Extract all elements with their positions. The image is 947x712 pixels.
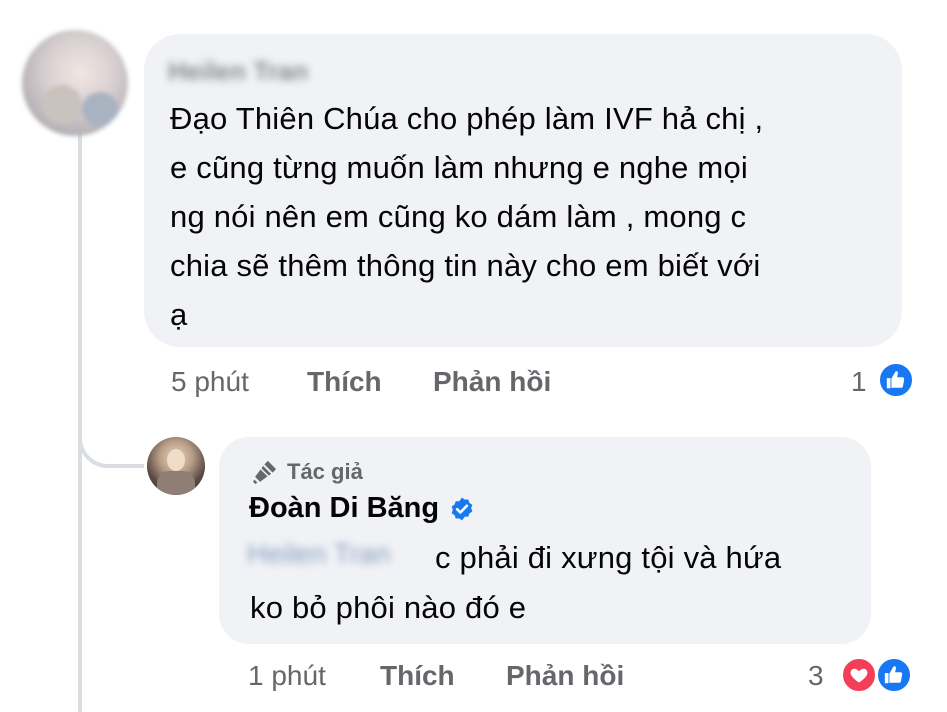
heart-glyph bbox=[850, 668, 868, 683]
reply-line: ko bỏ phôi nào đó e bbox=[250, 590, 527, 625]
thumbs-up-glyph bbox=[886, 371, 905, 389]
commenter-avatar[interactable] bbox=[22, 30, 128, 136]
comment-line: ạ bbox=[170, 297, 188, 332]
author-name: Đoàn Di Băng bbox=[249, 492, 475, 525]
reaction-count[interactable]: 1 bbox=[851, 366, 867, 398]
reply-line: c phải đi xưng tội và hứa bbox=[435, 540, 782, 575]
reply-button[interactable]: Phản hồi bbox=[506, 660, 624, 692]
author-badge: Tác giả bbox=[251, 458, 363, 486]
commenter-name[interactable]: Heilen Tran bbox=[168, 56, 308, 87]
reaction-count[interactable]: 3 bbox=[808, 660, 824, 692]
thread-connector-curve bbox=[78, 420, 144, 468]
avatar-photo-detail bbox=[42, 85, 82, 125]
comment-line: ng nói nên em cũng ko dám làm , mong c bbox=[170, 199, 747, 234]
love-icon[interactable] bbox=[840, 656, 878, 694]
comment-timestamp[interactable]: 5 phút bbox=[171, 366, 249, 398]
reply-button[interactable]: Phản hồi bbox=[433, 366, 551, 398]
avatar-photo-detail bbox=[157, 471, 195, 495]
avatar-photo-detail bbox=[167, 449, 185, 471]
author-name-text[interactable]: Đoàn Di Băng bbox=[249, 492, 439, 525]
comment-thread: Heilen Tran Đạo Thiên Chúa cho phép làm … bbox=[0, 0, 947, 712]
author-avatar[interactable] bbox=[147, 437, 205, 495]
like-icon[interactable] bbox=[877, 361, 915, 399]
comment-line: chia sẽ thêm thông tin này cho em biết v… bbox=[170, 248, 761, 283]
author-badge-label: Tác giả bbox=[287, 459, 363, 484]
like-button[interactable]: Thích bbox=[307, 366, 382, 398]
comment-line: Đạo Thiên Chúa cho phép làm IVF hả chị , bbox=[170, 101, 764, 136]
reply-text: c phải đi xưng tội và hứa ko bỏ phôi nào… bbox=[250, 533, 781, 633]
avatar-photo-detail bbox=[82, 92, 118, 126]
thumbs-up-glyph bbox=[884, 666, 903, 684]
like-icon[interactable] bbox=[875, 656, 913, 694]
reply-timestamp[interactable]: 1 phút bbox=[248, 660, 326, 692]
verified-badge-icon bbox=[451, 497, 473, 520]
comment-text: Đạo Thiên Chúa cho phép làm IVF hả chị ,… bbox=[170, 94, 763, 339]
like-button[interactable]: Thích bbox=[380, 660, 455, 692]
microphone-icon bbox=[252, 460, 277, 485]
comment-line: e cũng từng muốn làm nhưng e nghe mọi bbox=[170, 150, 748, 185]
